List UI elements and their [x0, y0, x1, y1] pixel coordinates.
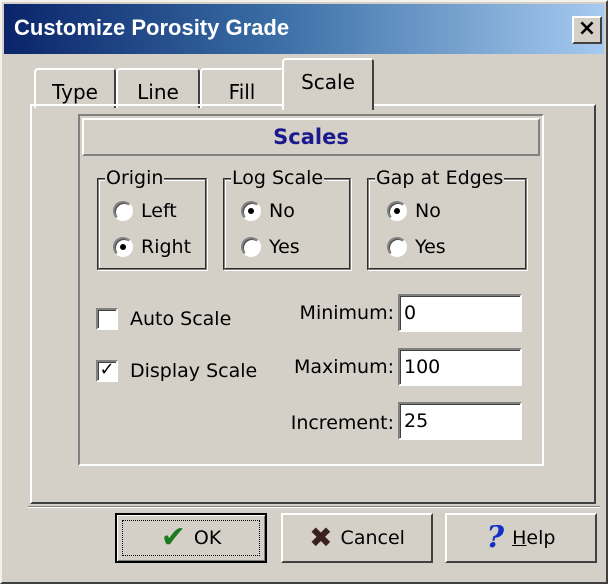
increment-input[interactable]	[398, 402, 522, 440]
close-button[interactable]: ×	[572, 16, 602, 44]
origin-right-radio[interactable]: Right	[113, 236, 191, 258]
gap-no-radio[interactable]: No	[387, 200, 441, 222]
display-scale-checkbox[interactable]: ✓ Display Scale	[96, 360, 257, 382]
tab-label: Type	[52, 80, 98, 104]
radio-icon	[387, 237, 407, 257]
radio-label: Right	[141, 236, 192, 258]
radio-label: Left	[141, 200, 177, 222]
log-scale-group-title: Log Scale	[231, 167, 325, 189]
auto-scale-checkbox[interactable]: Auto Scale	[96, 308, 231, 330]
help-button[interactable]: ? Help	[445, 513, 597, 563]
radio-selected-icon	[387, 201, 407, 221]
checkbox-label: Display Scale	[130, 360, 258, 382]
gap-at-edges-group: Gap at Edges No Yes	[367, 167, 527, 270]
radio-selected-icon	[241, 201, 261, 221]
radio-label: Yes	[269, 236, 300, 258]
tab-line[interactable]: Line	[116, 68, 200, 108]
checkbox-label: Auto Scale	[130, 308, 232, 330]
radio-icon	[113, 201, 133, 221]
checkbox-box	[96, 308, 118, 330]
minimum-label: Minimum:	[299, 302, 394, 324]
ok-button[interactable]: ✔ OK	[115, 513, 267, 563]
log-scale-group: Log Scale No Yes	[223, 167, 351, 270]
origin-group-title: Origin	[105, 167, 165, 189]
increment-label: Increment:	[290, 412, 394, 434]
x-icon: ✖	[309, 521, 333, 554]
radio-label: No	[415, 200, 441, 222]
tab-divider	[284, 104, 372, 108]
close-icon: ×	[577, 16, 597, 41]
window-title: Customize Porosity Grade	[14, 15, 290, 40]
radio-selected-icon	[113, 237, 133, 257]
checkmark-icon: ✓	[96, 360, 118, 382]
scales-header: Scales	[82, 118, 540, 156]
log-scale-yes-radio[interactable]: Yes	[241, 236, 300, 258]
maximum-label: Maximum:	[293, 356, 394, 378]
maximum-input[interactable]	[398, 348, 522, 386]
gap-at-edges-group-title: Gap at Edges	[375, 167, 505, 189]
cancel-button[interactable]: ✖ Cancel	[281, 513, 433, 563]
help-label-rest: elp	[526, 527, 556, 549]
question-icon: ?	[486, 520, 505, 555]
radio-label: Yes	[415, 236, 446, 258]
tab-type[interactable]: Type	[34, 68, 116, 108]
dialog-window: Customize Porosity Grade × Type Line Fil…	[0, 0, 608, 584]
tab-scale[interactable]: Scale	[282, 58, 374, 110]
radio-label: No	[269, 200, 295, 222]
origin-left-radio[interactable]: Left	[113, 200, 177, 222]
tab-label: Line	[137, 80, 179, 104]
title-bar[interactable]: Customize Porosity Grade ×	[4, 4, 604, 54]
radio-icon	[241, 237, 261, 257]
tab-label: Fill	[228, 80, 256, 104]
cancel-label: Cancel	[340, 527, 405, 549]
gap-yes-radio[interactable]: Yes	[387, 236, 446, 258]
origin-group: Origin Left Right	[97, 167, 207, 270]
button-bar-divider	[28, 506, 600, 508]
tab-fill[interactable]: Fill	[200, 68, 284, 108]
help-accelerator: H	[512, 527, 527, 549]
help-label: Help	[512, 527, 555, 549]
focus-rect	[122, 520, 260, 556]
log-scale-no-radio[interactable]: No	[241, 200, 295, 222]
minimum-input[interactable]	[398, 294, 522, 332]
tab-label: Scale	[301, 70, 355, 94]
